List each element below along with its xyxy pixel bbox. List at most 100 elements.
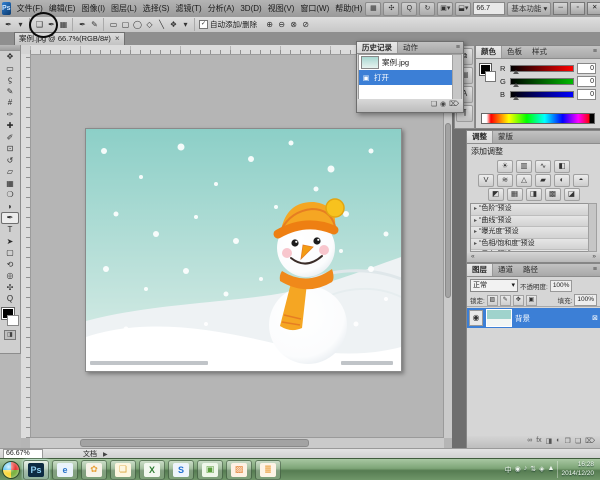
zoom-tool[interactable]: Q — [1, 293, 19, 305]
taskbar-folder[interactable]: ❏ — [110, 460, 136, 480]
levels-icon[interactable]: ▥ — [516, 160, 532, 173]
background-color-swatch[interactable] — [485, 71, 496, 82]
shape-layers-button[interactable]: ❑ — [34, 19, 45, 30]
status-menu-arrow-icon[interactable]: ▶ — [103, 451, 108, 458]
channel-value-R[interactable]: 0 — [577, 63, 596, 74]
menu-item-3[interactable]: 图层(L) — [108, 4, 140, 13]
pen-tool-button[interactable]: ✒ — [77, 19, 88, 30]
tool-preset-picker[interactable]: ✒ ▾ — [0, 18, 30, 31]
posterize-icon[interactable]: ▦ — [507, 188, 523, 201]
layer-row-background[interactable]: ◉ 背景 ⊠ — [467, 308, 600, 328]
layer-visibility-eye-icon[interactable]: ◉ — [469, 310, 483, 326]
eraser-tool[interactable]: ▱ — [1, 166, 19, 178]
background-color-swatch[interactable] — [7, 315, 19, 326]
taskbar-internet-explorer[interactable]: e — [52, 460, 78, 480]
tab-actions[interactable]: 动作 — [398, 42, 423, 53]
close-button[interactable]: ✕ — [587, 2, 600, 15]
exclude-path-button[interactable]: ⊘ — [300, 19, 311, 30]
rounded-rectangle-button[interactable]: ▢ — [120, 19, 131, 30]
tab-paths[interactable]: 路径 — [518, 264, 543, 276]
blur-tool[interactable]: ❍ — [1, 189, 19, 201]
view-extras-icon[interactable]: ▦ — [365, 2, 381, 16]
new-document-from-state-icon[interactable]: ❏ — [431, 100, 437, 111]
menu-item-2[interactable]: 图像(I) — [78, 4, 108, 13]
shape-tool[interactable]: ▢ — [1, 247, 19, 259]
history-panel-menu-icon[interactable]: ≡ — [453, 42, 463, 53]
channel-value-B[interactable]: 0 — [577, 89, 596, 100]
tab-masks[interactable]: 蒙版 — [493, 131, 518, 143]
layers-panel-menu-icon[interactable]: ≡ — [590, 264, 600, 276]
delete-layer-icon[interactable]: ⌦ — [585, 437, 595, 448]
tab-layers[interactable]: 图层 — [467, 264, 493, 276]
channel-value-G[interactable]: 0 — [577, 76, 596, 87]
dodge-tool[interactable]: ◗ — [1, 201, 19, 213]
menu-item-9[interactable]: 窗口(W) — [297, 4, 332, 13]
document-canvas[interactable] — [85, 128, 402, 372]
layer-group-icon[interactable]: ❐ — [565, 437, 571, 448]
eyedropper-tool[interactable]: ✑ — [1, 109, 19, 121]
document-tab[interactable]: 案例.jpg @ 66.7%(RGB/8#) × — [14, 32, 125, 45]
history-scrollbar[interactable] — [452, 54, 462, 100]
color-spectrum-ramp[interactable] — [481, 113, 595, 124]
freeform-pen-button[interactable]: ✎ — [89, 19, 100, 30]
history-snapshot-row[interactable]: 案例.jpg — [359, 55, 453, 70]
adjustment-layer-icon[interactable]: ◐ — [556, 437, 560, 448]
menu-item-4[interactable]: 选择(S) — [140, 4, 173, 13]
preset-item-1[interactable]: ▸“曲线”预设 — [471, 216, 588, 228]
tray-im-icon[interactable]: ◉ — [515, 465, 521, 475]
taskbar-photoshop[interactable]: Ps — [23, 460, 49, 480]
tab-swatches[interactable]: 色板 — [502, 46, 527, 58]
menu-item-6[interactable]: 分析(A) — [205, 4, 238, 13]
taskbar-excel[interactable]: X — [139, 460, 165, 480]
taskbar-photo-viewer[interactable]: ▨ — [226, 460, 252, 480]
brush-tool[interactable]: ✐ — [1, 132, 19, 144]
menu-item-5[interactable]: 滤镜(T) — [172, 4, 204, 13]
type-tool[interactable]: T — [1, 224, 19, 236]
quick-selection-tool[interactable]: ✎ — [1, 86, 19, 98]
fill-pixels-button[interactable]: ▦ — [58, 19, 69, 30]
delete-state-icon[interactable]: ⌦ — [449, 100, 459, 111]
taskbar-sogou-browser[interactable]: S — [168, 460, 194, 480]
history-state-row[interactable]: ▣ 打开 — [359, 70, 453, 85]
tab-color[interactable]: 颜色 — [476, 46, 502, 58]
3d-rotate-tool[interactable]: ⟲ — [1, 259, 19, 271]
tray-volume-icon[interactable]: ♪ — [524, 465, 528, 475]
layer-style-icon[interactable]: fx — [536, 437, 541, 448]
3d-orbit-tool[interactable]: ◎ — [1, 270, 19, 282]
rotate-view-icon[interactable]: ↻ — [419, 2, 435, 16]
intersect-path-button[interactable]: ⊗ — [288, 19, 299, 30]
new-layer-icon[interactable]: ❏ — [575, 437, 581, 448]
curves-icon[interactable]: ∿ — [535, 160, 551, 173]
color-balance-icon[interactable]: △ — [516, 174, 532, 187]
link-layers-icon[interactable]: ∞ — [527, 437, 532, 448]
brightness-contrast-icon[interactable]: ☀ — [497, 160, 513, 173]
menu-item-0[interactable]: 文件(F) — [14, 4, 46, 13]
taskbar-media-gallery[interactable]: ✿ — [81, 460, 107, 480]
channel-slider-R[interactable] — [510, 65, 574, 72]
invert-icon[interactable]: ◩ — [488, 188, 504, 201]
channel-mixer-icon[interactable]: ◓ — [573, 174, 589, 187]
slider-knob-icon[interactable] — [513, 70, 519, 74]
rectangle-shape-button[interactable]: ▭ — [108, 19, 119, 30]
start-button[interactable] — [2, 461, 20, 479]
subtract-path-button[interactable]: ⊖ — [276, 19, 287, 30]
zoom-level-field[interactable]: 66.7 — [473, 2, 505, 15]
preset-item-2[interactable]: ▸“曝光度”预设 — [471, 227, 588, 239]
black-white-icon[interactable]: ▰ — [535, 174, 551, 187]
gradient-tool[interactable]: ▦ — [1, 178, 19, 190]
lock-transparent-icon[interactable]: ▨ — [487, 295, 498, 306]
quick-mask-button[interactable]: ◨ — [4, 330, 16, 340]
channel-slider-G[interactable] — [510, 78, 574, 85]
photo-filter-icon[interactable]: ◐ — [554, 174, 570, 187]
opacity-field[interactable]: 100% — [550, 280, 573, 292]
screen-mode-icon[interactable]: ⬓▾ — [455, 2, 471, 16]
tab-styles[interactable]: 样式 — [527, 46, 552, 58]
paths-button[interactable]: ✒ — [46, 19, 57, 30]
lasso-tool[interactable]: ϛ — [1, 74, 19, 86]
tray-safety-icon[interactable]: ◈ — [539, 465, 544, 475]
selective-color-icon[interactable]: ◪ — [564, 188, 580, 201]
auto-add-delete-checkbox[interactable]: ✓ 自动添加/删除 — [196, 19, 260, 30]
tab-adjustments[interactable]: 调整 — [467, 131, 493, 143]
menu-item-10[interactable]: 帮助(H) — [332, 4, 365, 13]
tray-language-icon[interactable]: 中 — [505, 465, 512, 475]
